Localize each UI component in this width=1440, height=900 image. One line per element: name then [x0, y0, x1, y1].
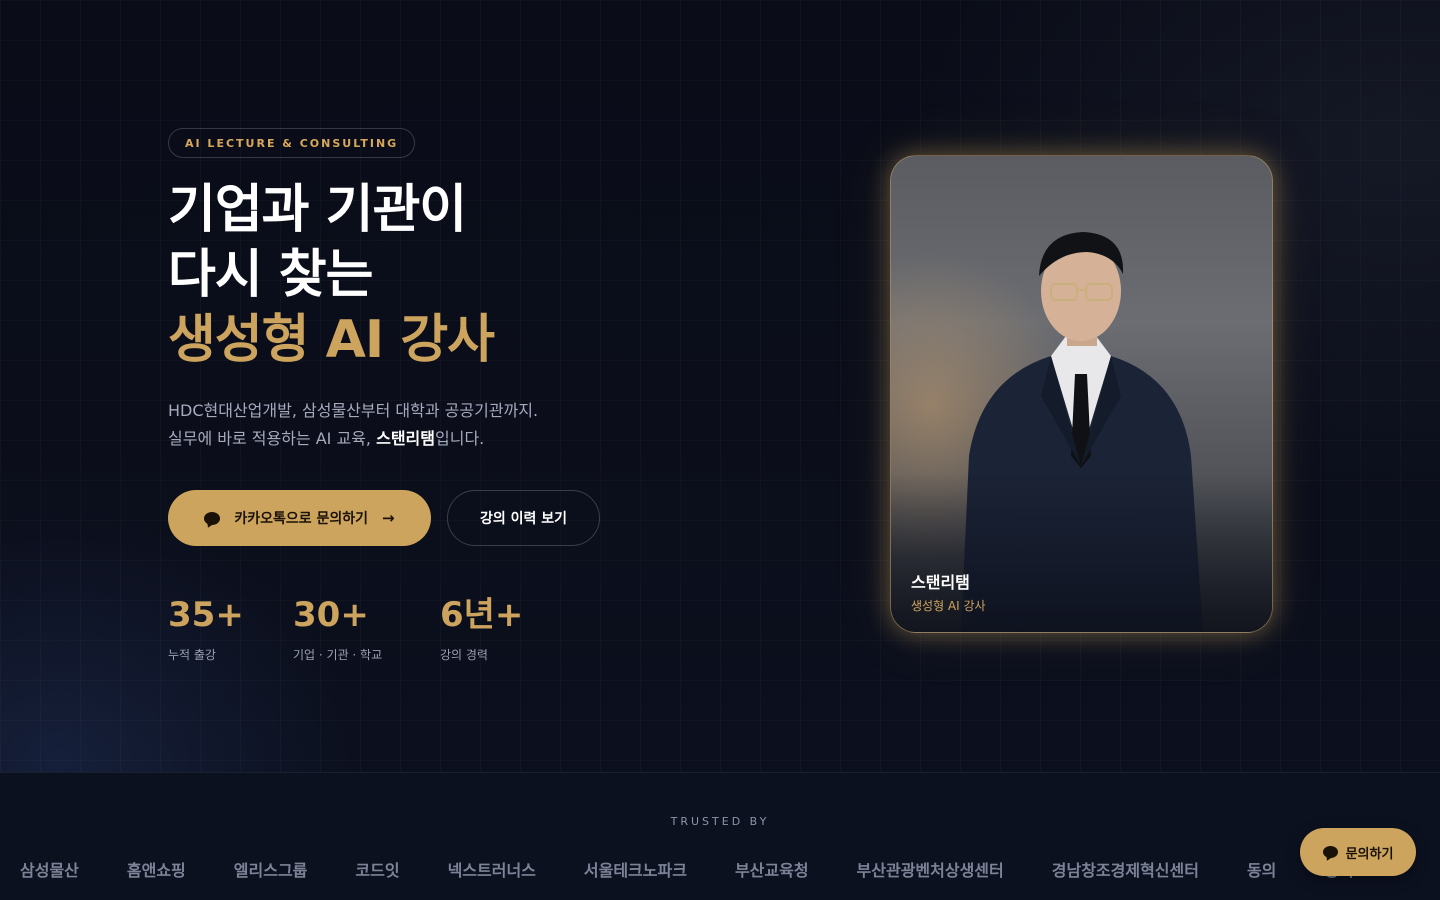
description-line-2-before: 실무에 바로 적용하는 AI 교육,: [168, 429, 377, 448]
floating-inquiry-button[interactable]: 문의하기: [1300, 828, 1416, 876]
description-line-2: 실무에 바로 적용하는 AI 교육, 스탠리탬입니다.: [168, 425, 538, 453]
landing-page: AI LECTURE & CONSULTING 기업과 기관이 다시 찾는 생성…: [0, 0, 1440, 900]
profile-name: 스탠리탬: [911, 573, 970, 592]
hero-description: HDC현대산업개발, 삼성물산부터 대학과 공공기관까지. 실무에 바로 적용하…: [168, 397, 538, 453]
client-logo: 동의: [1246, 861, 1277, 880]
stat-value: 6년+: [440, 595, 524, 635]
trusted-by-label: TRUSTED BY: [670, 815, 770, 828]
client-logo: 홈앤쇼핑: [126, 861, 186, 880]
stat-label: 기업 · 기관 · 학교: [293, 648, 383, 662]
description-line-1: HDC현대산업개발, 삼성물산부터 대학과 공공기관까지.: [168, 401, 539, 420]
floating-inquiry-label: 문의하기: [1345, 846, 1394, 862]
headline-line-1: 기업과 기관이: [168, 180, 467, 240]
stat-lectures: 35+ 누적 출강: [168, 594, 244, 663]
lecture-history-button[interactable]: 강의 이력 보기: [447, 490, 600, 546]
headline-line-2: 다시 찾는: [168, 245, 373, 305]
stat-value: 30+: [293, 595, 369, 635]
description-line-2-after: 입니다.: [435, 429, 485, 448]
client-logo: 서울테크노파크: [583, 861, 687, 880]
stat-experience: 6년+ 강의 경력: [440, 594, 523, 663]
client-logo: 부산관광벤처상생센터: [856, 861, 1004, 880]
chat-bubble-icon: [204, 511, 221, 525]
arrow-right-icon: →: [382, 509, 395, 527]
stat-value: 35+: [168, 595, 244, 635]
stat-label: 강의 경력: [440, 648, 488, 662]
profile-role: 생성형 AI 강사: [911, 599, 986, 613]
chat-bubble-icon: [1322, 846, 1338, 858]
profile-photo-card: 스탠리탬 생성형 AI 강사: [890, 155, 1273, 633]
client-logo-list: 삼성물산 홈앤쇼핑 엘리스그룹 코드잇 넥스트러너스 서울테크노파크 부산교육청…: [20, 857, 1354, 881]
description-brand-name: 스탠리탬: [376, 429, 435, 448]
kakao-inquiry-label: 카카오톡으로 문의하기: [234, 511, 369, 527]
kakao-inquiry-button[interactable]: 카카오톡으로 문의하기 →: [168, 490, 431, 546]
client-logo: 삼성물산: [20, 861, 79, 880]
client-logo: 코드잇: [355, 861, 400, 880]
client-logo: 부산교육청: [734, 861, 809, 880]
stat-organizations: 30+ 기업 · 기관 · 학교: [293, 594, 382, 663]
trusted-by-section: TRUSTED BY 삼성물산 홈앤쇼핑 엘리스그룹 코드잇 넥스트러너스 서울…: [0, 772, 1440, 900]
category-badge: AI LECTURE & CONSULTING: [168, 128, 416, 158]
client-logo: 넥스트러너스: [447, 861, 536, 880]
hero-headline: 기업과 기관이 다시 찾는 생성형 AI 강사: [168, 178, 495, 373]
client-logo: 엘리스그룹: [233, 861, 308, 880]
client-logo: 경남창조경제혁신센터: [1051, 861, 1199, 880]
stat-label: 누적 출강: [168, 648, 216, 662]
headline-line-3: 생성형 AI 강사: [168, 310, 495, 370]
